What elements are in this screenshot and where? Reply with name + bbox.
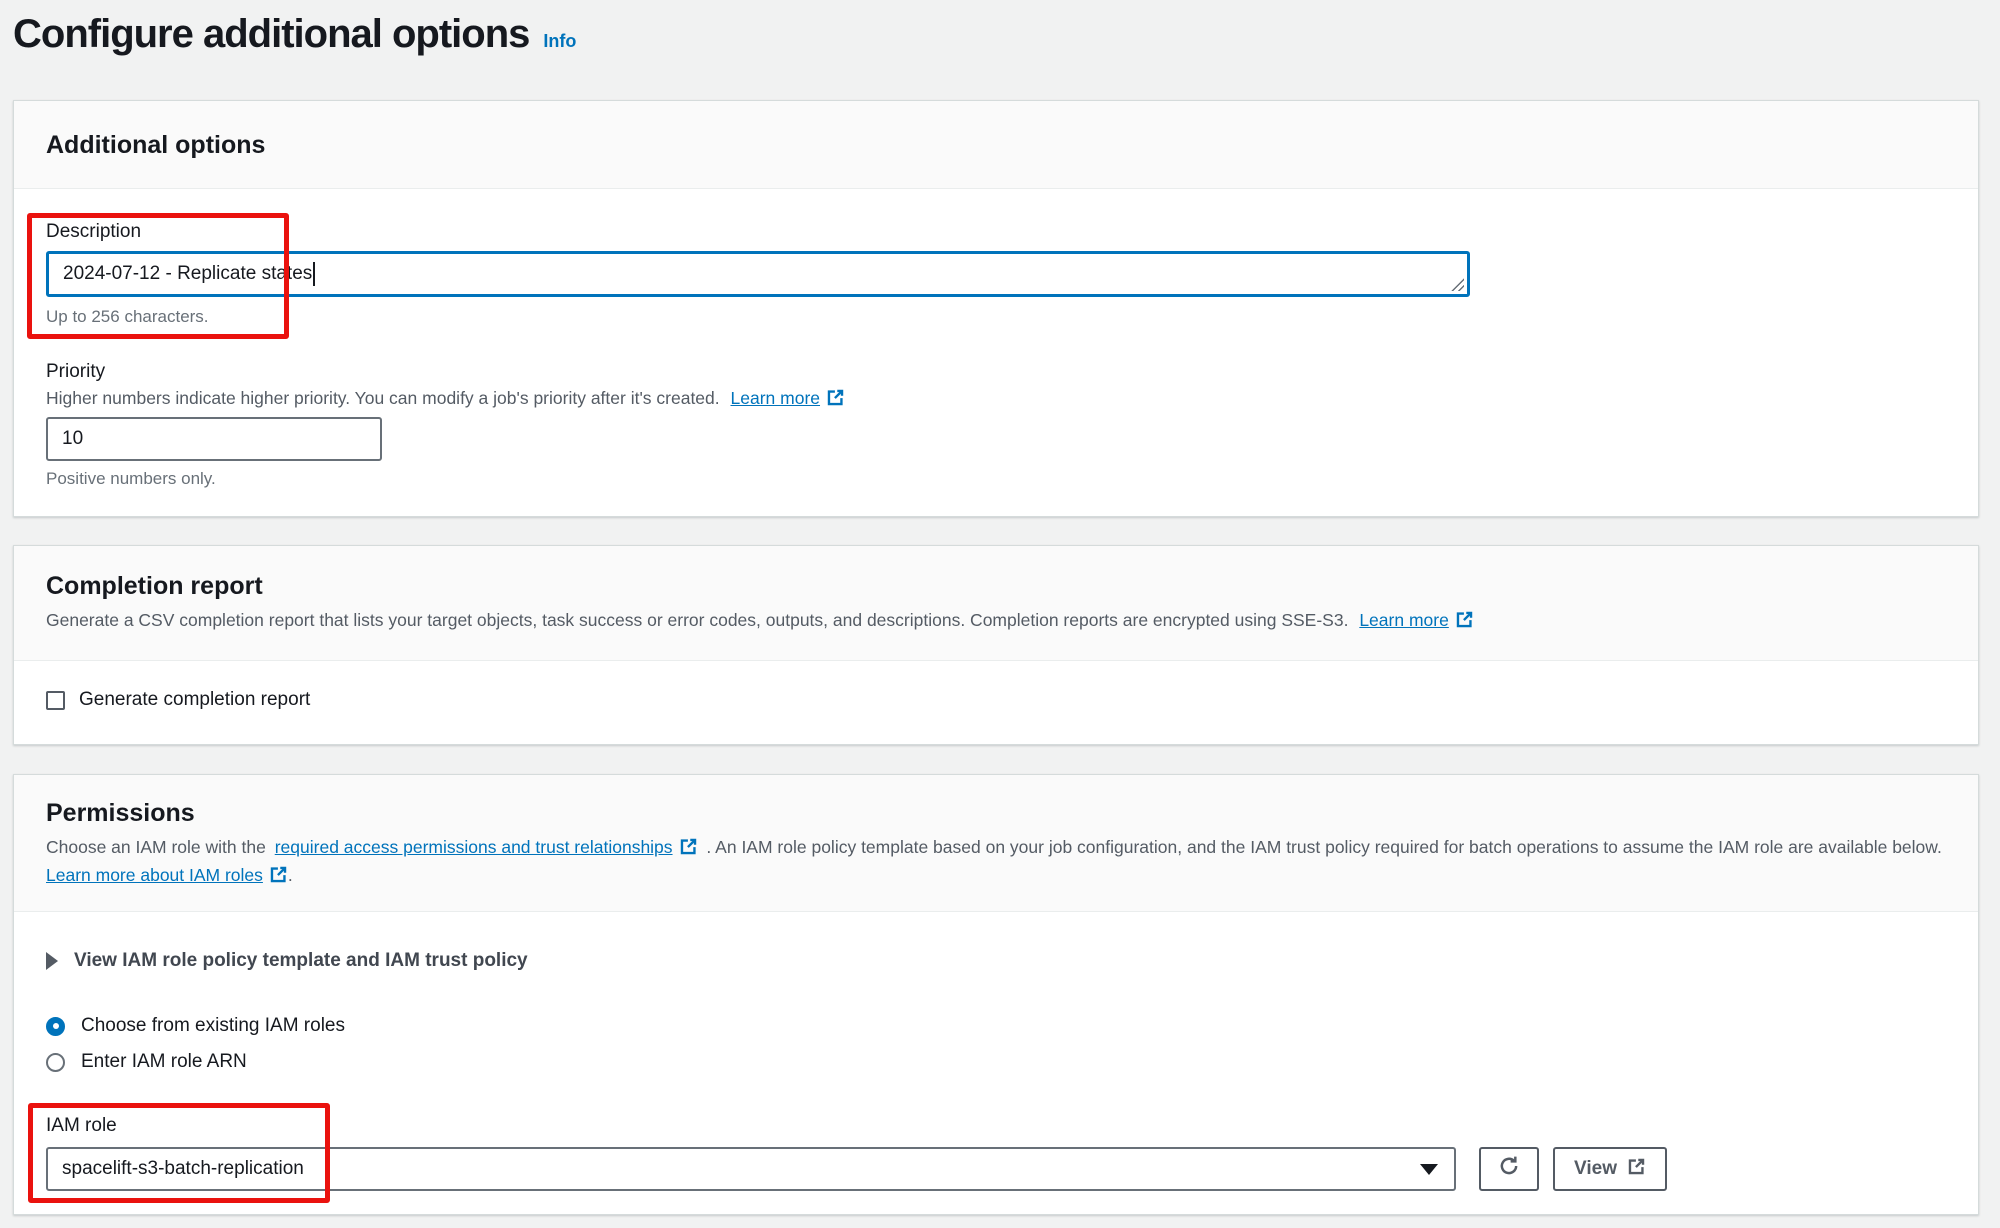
priority-constraint: Positive numbers only.: [46, 469, 216, 489]
generate-report-checkbox[interactable]: [46, 691, 65, 710]
radio-label: Choose from existing IAM roles: [81, 1015, 345, 1037]
learn-more-iam-roles-link[interactable]: Learn more about IAM roles: [46, 865, 263, 885]
permissions-header: Permissions Choose an IAM role with the …: [14, 775, 1978, 912]
expander-label: View IAM role policy template and IAM tr…: [74, 950, 528, 972]
priority-value: 10: [62, 428, 83, 450]
iam-role-label: IAM role: [46, 1115, 117, 1137]
view-iam-role-button[interactable]: View: [1553, 1147, 1667, 1191]
permissions-description-line2: Learn more about IAM roles.: [46, 865, 293, 889]
external-link-icon: [1627, 1157, 1646, 1182]
permissions-description-prefix: Choose an IAM role with the: [46, 837, 266, 857]
priority-input[interactable]: 10: [46, 417, 382, 461]
external-link-icon: [826, 388, 845, 412]
permissions-card: Permissions Choose an IAM role with the …: [13, 774, 1979, 1215]
description-constraint: Up to 256 characters.: [46, 307, 209, 327]
priority-description-text: Higher numbers indicate higher priority.…: [46, 388, 720, 408]
additional-options-card: Additional options Description 2024-07-1…: [13, 100, 1979, 517]
page-header: Configure additional options Info: [13, 12, 576, 57]
permissions-learn-more-suffix: .: [288, 865, 293, 885]
permissions-heading: Permissions: [46, 799, 195, 828]
radio-unselected-icon[interactable]: [46, 1053, 65, 1072]
generate-report-label: Generate completion report: [79, 689, 310, 711]
external-link-icon: [1455, 610, 1474, 634]
completion-report-header: Completion report Generate a CSV complet…: [14, 546, 1978, 661]
additional-options-header: Additional options: [14, 101, 1978, 189]
completion-report-heading: Completion report: [46, 572, 263, 601]
expander-triangle-icon: [46, 952, 58, 970]
radio-choose-existing-iam-roles[interactable]: Choose from existing IAM roles: [46, 1015, 345, 1037]
external-link-icon: [679, 837, 698, 861]
resize-handle-icon[interactable]: [1451, 278, 1464, 291]
priority-description: Higher numbers indicate higher priority.…: [46, 388, 845, 412]
priority-label: Priority: [46, 361, 105, 383]
iam-policy-expander[interactable]: View IAM role policy template and IAM tr…: [46, 950, 528, 972]
refresh-icon: [1498, 1155, 1520, 1183]
page-title: Configure additional options: [13, 12, 529, 57]
priority-learn-more-link[interactable]: Learn more: [731, 388, 821, 408]
completion-report-card: Completion report Generate a CSV complet…: [13, 545, 1979, 745]
permissions-body: View IAM role policy template and IAM tr…: [14, 912, 1978, 1214]
chevron-down-icon: [1420, 1164, 1438, 1175]
additional-options-body: Description 2024-07-12 - Replicate state…: [14, 189, 1978, 517]
description-label: Description: [46, 221, 141, 243]
permissions-description-line1: Choose an IAM role with the required acc…: [46, 837, 1942, 861]
radio-enter-iam-role-arn[interactable]: Enter IAM role ARN: [46, 1051, 247, 1073]
completion-learn-more-link[interactable]: Learn more: [1359, 610, 1449, 630]
description-textarea[interactable]: 2024-07-12 - Replicate states: [46, 251, 1470, 297]
radio-label: Enter IAM role ARN: [81, 1051, 247, 1073]
additional-options-heading: Additional options: [46, 131, 265, 160]
generate-report-row: Generate completion report: [46, 689, 310, 711]
iam-role-select[interactable]: spacelift-s3-batch-replication: [46, 1147, 1456, 1191]
description-value: 2024-07-12 - Replicate states: [63, 263, 312, 285]
radio-selected-icon[interactable]: [46, 1017, 65, 1036]
iam-role-selected-value: spacelift-s3-batch-replication: [62, 1158, 304, 1180]
completion-report-description-text: Generate a CSV completion report that li…: [46, 610, 1348, 630]
text-caret: [313, 262, 315, 286]
info-link[interactable]: Info: [543, 31, 576, 52]
completion-report-description: Generate a CSV completion report that li…: [46, 610, 1474, 634]
required-permissions-link[interactable]: required access permissions and trust re…: [275, 837, 673, 857]
page: Configure additional options Info Additi…: [0, 0, 2000, 1228]
external-link-icon: [269, 865, 288, 889]
refresh-iam-roles-button[interactable]: [1479, 1147, 1539, 1191]
permissions-description-suffix: . An IAM role policy template based on y…: [706, 837, 1941, 857]
view-button-label: View: [1574, 1158, 1617, 1180]
completion-report-body: Generate completion report: [14, 661, 1978, 745]
